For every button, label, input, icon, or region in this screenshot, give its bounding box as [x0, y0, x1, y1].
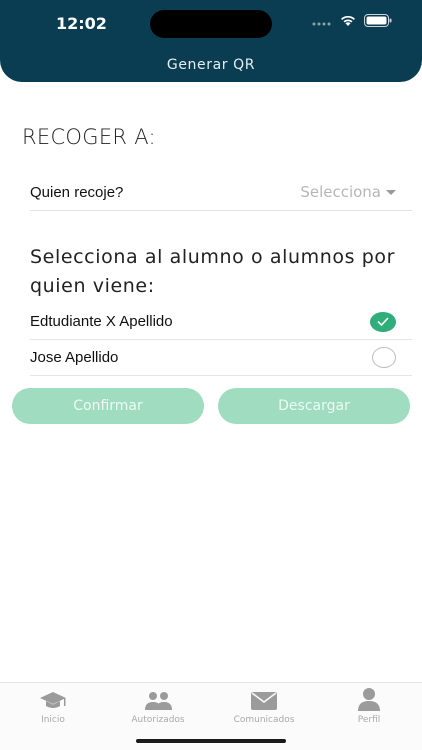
wifi-icon	[340, 14, 356, 32]
graduation-cap-icon	[8, 685, 98, 711]
people-icon	[113, 685, 203, 711]
envelope-icon	[219, 685, 309, 711]
student-row[interactable]: Edtudiante X Apellido	[30, 304, 412, 340]
pickup-select-value: Selecciona	[300, 183, 381, 201]
dynamic-island	[150, 10, 272, 38]
tab-comunicados[interactable]: Comunicados	[219, 685, 309, 725]
unchecked-checkbox-icon[interactable]	[372, 347, 396, 368]
student-selection-heading: Selecciona al alumno o alumnos por quien…	[30, 246, 396, 297]
dropdown-caret-icon	[386, 189, 396, 195]
status-icons	[312, 14, 392, 32]
person-icon	[324, 685, 414, 711]
confirm-button[interactable]: Confirmar	[12, 388, 204, 424]
cellular-signal-icon	[312, 14, 332, 32]
tab-label: Inicio	[41, 715, 65, 725]
pickup-person-select[interactable]: Selecciona	[300, 183, 412, 201]
checked-checkbox-icon[interactable]	[370, 311, 396, 332]
tab-label: Autorizados	[131, 715, 185, 725]
battery-icon	[364, 14, 392, 32]
tab-label: Comunicados	[233, 715, 295, 725]
status-time: 12:02	[56, 14, 107, 33]
pickup-person-row: Quien recoje? Selecciona	[30, 174, 412, 211]
pickup-person-label: Quien recoje?	[30, 183, 124, 201]
tab-perfil[interactable]: Perfil	[324, 685, 414, 725]
tab-inicio[interactable]: Inicio	[8, 685, 98, 725]
home-indicator	[136, 739, 286, 743]
page-title: Generar QR	[166, 57, 256, 73]
section-title: RECOGER A:	[22, 125, 156, 149]
student-name: Edtudiante X Apellido	[30, 313, 173, 330]
app-header: 12:02 Generar QR	[0, 0, 422, 82]
download-button[interactable]: Descargar	[218, 388, 410, 424]
tab-autorizados[interactable]: Autorizados	[113, 685, 203, 725]
tab-label: Perfil	[357, 715, 381, 725]
student-row[interactable]: Jose Apellido	[30, 340, 412, 376]
student-name: Jose Apellido	[30, 349, 119, 366]
